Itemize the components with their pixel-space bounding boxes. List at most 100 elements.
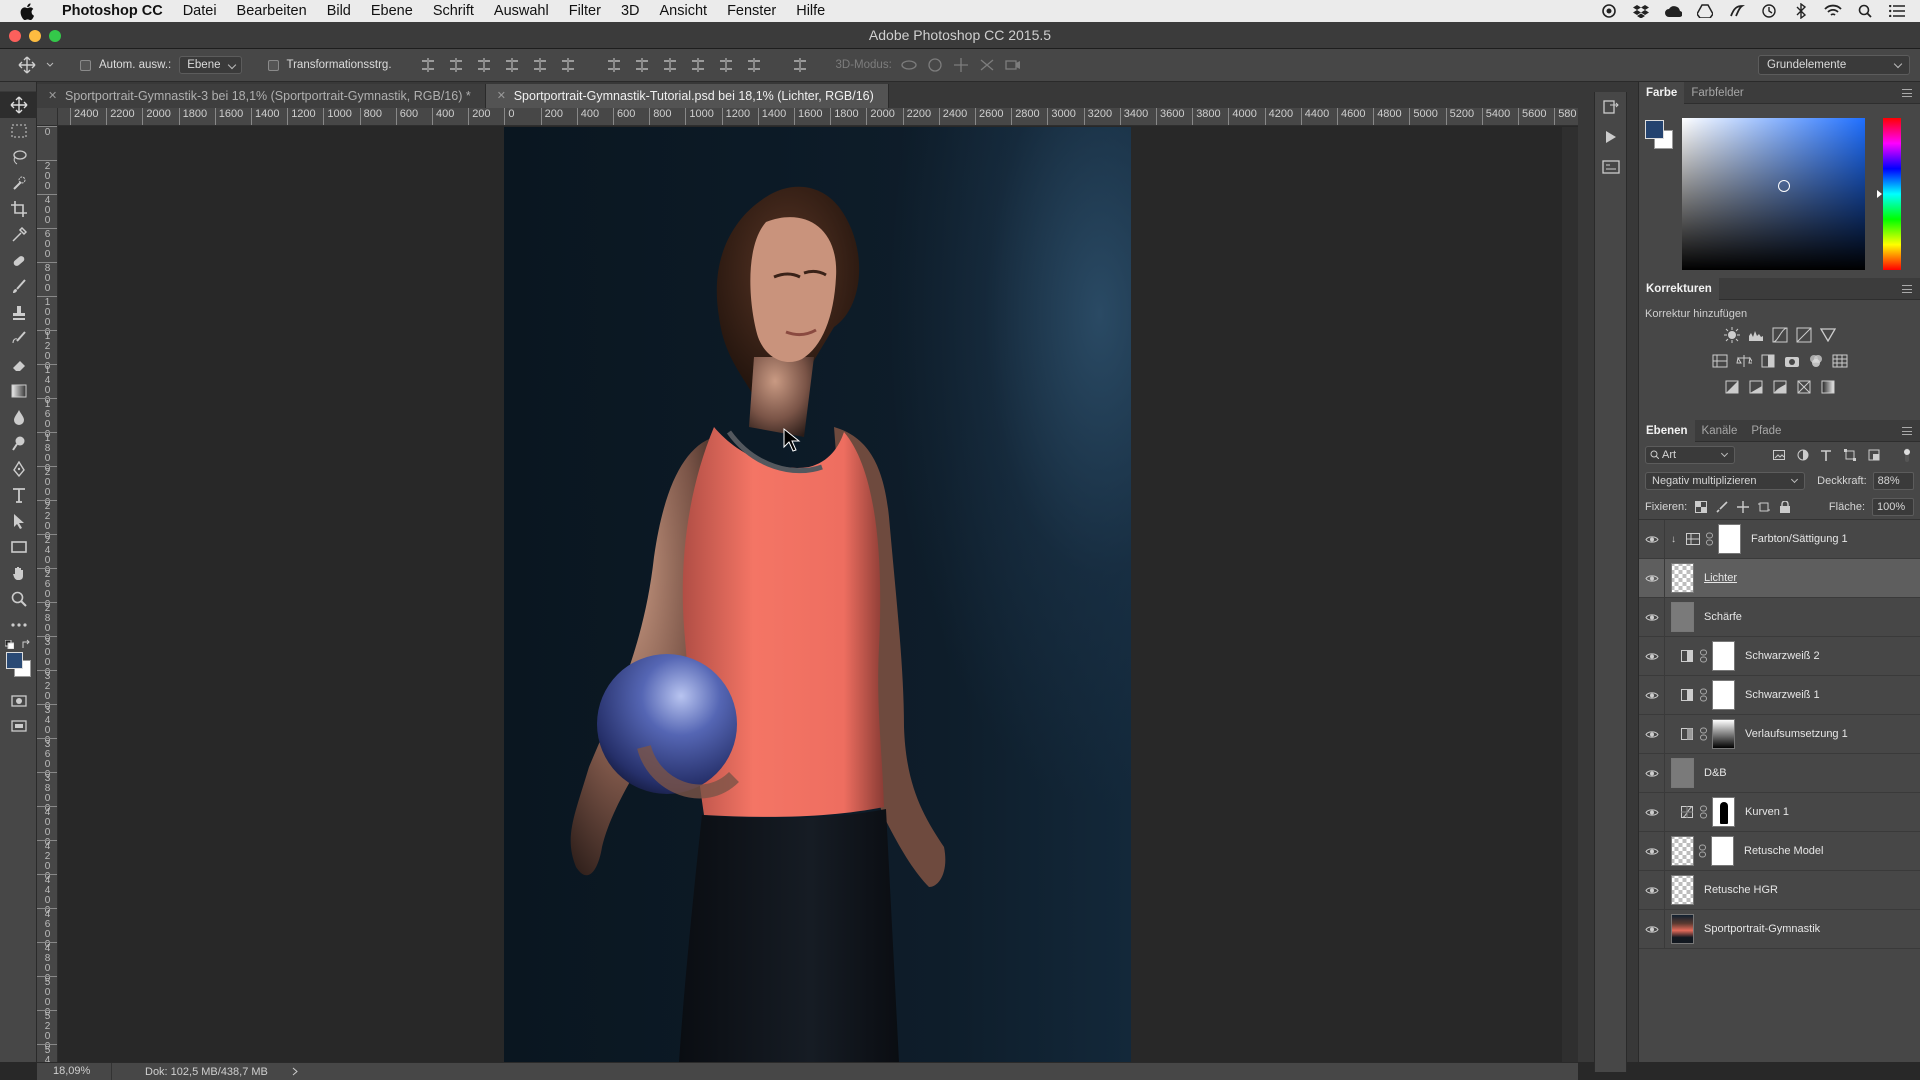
align-right-icon[interactable] (558, 56, 578, 74)
3d-scale-icon[interactable] (1004, 57, 1022, 73)
spotlight-search-icon[interactable] (1856, 3, 1874, 19)
menu-ebene[interactable]: Ebene (361, 0, 423, 22)
color-picker-cursor[interactable] (1778, 180, 1790, 192)
menu-datei[interactable]: Datei (173, 0, 227, 22)
layer-mask-thumbnail[interactable] (1712, 641, 1735, 671)
menu-app-name[interactable]: Photoshop CC (52, 0, 173, 22)
color-lookup-icon[interactable] (1831, 352, 1849, 370)
filter-pixel-icon[interactable] (1772, 448, 1786, 462)
close-tab-icon[interactable]: ✕ (497, 84, 506, 108)
clone-stamp-tool[interactable] (0, 300, 37, 326)
layer-row[interactable]: Verlaufsumsetzung 1 (1639, 714, 1920, 754)
fill-field[interactable]: 100% (1872, 497, 1914, 516)
history-brush-tool[interactable] (0, 326, 37, 352)
mask-link-icon[interactable] (1699, 649, 1708, 663)
layer-name[interactable]: Kurven 1 (1745, 806, 1789, 818)
opacity-field[interactable]: 88% (1872, 472, 1914, 490)
align-bottom-icon[interactable] (474, 56, 494, 74)
default-colors-icon[interactable] (5, 640, 14, 649)
layer-thumbnail[interactable] (1671, 875, 1694, 905)
document-canvas[interactable] (58, 127, 1578, 1062)
mask-link-icon[interactable] (1699, 727, 1708, 741)
creative-cloud-icon[interactable] (1664, 3, 1682, 19)
lock-all-icon[interactable] (1778, 500, 1792, 514)
layer-thumbnail[interactable] (1671, 758, 1694, 788)
layer-mask-thumbnail[interactable] (1718, 524, 1741, 554)
posterize-icon[interactable] (1747, 378, 1765, 396)
visibility-eye-icon[interactable] (1639, 558, 1665, 598)
tab-kanaele[interactable]: Kanäle (1695, 420, 1745, 442)
vibrance-icon[interactable] (1819, 326, 1837, 344)
horizontal-ruler[interactable]: 2400 2200 2000 1800 1600 1400 1200 1000 800 600 40… (58, 108, 1578, 126)
zoom-window-button[interactable] (49, 30, 61, 42)
visibility-eye-icon[interactable] (1639, 519, 1665, 559)
3d-slide-icon[interactable] (978, 57, 996, 73)
menu-hilfe[interactable]: Hilfe (786, 0, 835, 22)
3d-roll-icon[interactable] (926, 57, 944, 73)
tab-farbfelder[interactable]: Farbfelder (1684, 82, 1750, 104)
hand-tool[interactable] (0, 560, 37, 586)
hue-saturation-icon[interactable] (1711, 352, 1729, 370)
lock-pixels-icon[interactable] (1715, 500, 1729, 514)
drive-icon[interactable] (1696, 3, 1714, 19)
curves-icon[interactable] (1771, 326, 1789, 344)
menu-filter[interactable]: Filter (559, 0, 611, 22)
marquee-tool[interactable] (0, 118, 37, 144)
mask-link-icon[interactable] (1705, 532, 1714, 546)
layer-thumbnail[interactable] (1671, 563, 1694, 593)
eyedropper-tool[interactable] (0, 222, 37, 248)
history-panel-icon[interactable] (1595, 92, 1626, 122)
actions-play-icon[interactable] (1595, 122, 1626, 152)
menu-auswahl[interactable]: Auswahl (484, 0, 559, 22)
dodge-tool[interactable] (0, 430, 37, 456)
quick-mask-button[interactable] (0, 688, 37, 714)
menu-bearbeiten[interactable]: Bearbeiten (227, 0, 317, 22)
document-size[interactable]: Dok: 102,5 MB/438,7 MB (112, 1066, 268, 1078)
toolbar-grip[interactable] (0, 82, 36, 92)
distribute-left-icon[interactable] (688, 56, 708, 74)
more-tools[interactable] (0, 612, 37, 638)
close-tab-icon[interactable]: ✕ (48, 84, 57, 108)
lock-artboard-icon[interactable] (1757, 500, 1771, 514)
canvas-scrollbar[interactable] (1562, 127, 1578, 1062)
zoom-tool[interactable] (0, 586, 37, 612)
filter-toggle-icon[interactable] (1900, 448, 1914, 462)
screen-mode-button[interactable] (0, 714, 37, 740)
align-hcenter-icon[interactable] (530, 56, 550, 74)
layer-row[interactable]: Retusche HGR (1639, 870, 1920, 910)
visibility-eye-icon[interactable] (1639, 714, 1665, 754)
distribute-bottom-icon[interactable] (660, 56, 680, 74)
transform-controls-checkbox[interactable] (267, 59, 279, 71)
align-top-icon[interactable] (418, 56, 438, 74)
hue-slider[interactable] (1883, 118, 1901, 270)
script-icon[interactable] (1728, 3, 1746, 19)
threshold-icon[interactable] (1771, 378, 1789, 396)
panel-menu-icon[interactable] (1902, 427, 1912, 435)
ruler-origin[interactable] (37, 108, 58, 126)
gradient-tool[interactable] (0, 378, 37, 404)
visibility-eye-icon[interactable] (1639, 831, 1665, 871)
levels-icon[interactable] (1747, 326, 1765, 344)
layer-name[interactable]: Sportportrait-Gymnastik (1704, 923, 1820, 935)
selective-color-icon[interactable] (1795, 378, 1813, 396)
lasso-tool[interactable] (0, 144, 37, 170)
layer-filter-kind-dropdown[interactable]: Art (1645, 446, 1735, 464)
invert-icon[interactable] (1723, 378, 1741, 396)
layer-mask-thumbnail[interactable] (1711, 836, 1734, 866)
vertical-ruler[interactable]: 02 0 04 0 06 0 08 0 01 0 0 01 2 0 01 4 0… (37, 126, 58, 1062)
move-tool-icon[interactable] (18, 56, 38, 74)
photo-filter-icon[interactable] (1783, 352, 1801, 370)
dropbox-icon[interactable] (1632, 3, 1650, 19)
tab-korrekturen[interactable]: Korrekturen (1639, 277, 1719, 300)
visibility-eye-icon[interactable] (1639, 753, 1665, 793)
layer-mask-thumbnail[interactable] (1712, 797, 1735, 827)
healing-brush-tool[interactable] (0, 248, 37, 274)
gradient-map-icon[interactable] (1819, 378, 1837, 396)
panel-menu-icon[interactable] (1902, 285, 1912, 293)
layer-thumbnail[interactable] (1671, 836, 1694, 866)
color-picker-field[interactable] (1682, 118, 1865, 270)
blend-mode-dropdown[interactable]: Negativ multiplizieren (1645, 472, 1806, 490)
properties-panel-icon[interactable] (1595, 152, 1626, 182)
pen-tool[interactable] (0, 456, 37, 482)
brightness-contrast-icon[interactable] (1723, 326, 1741, 344)
